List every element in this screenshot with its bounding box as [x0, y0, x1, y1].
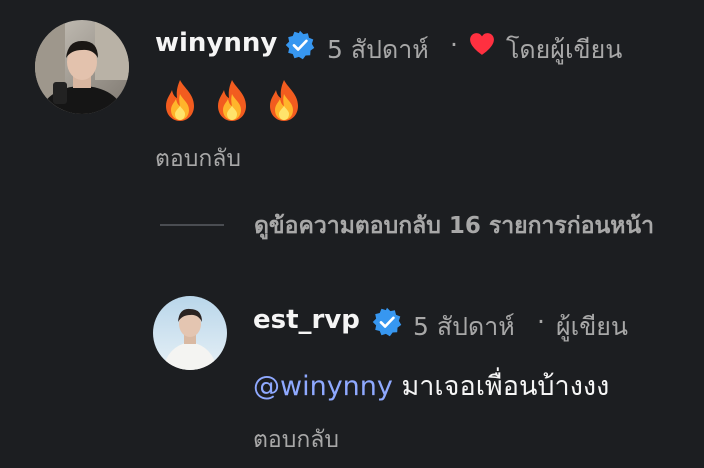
reply-button[interactable]: ตอบกลับ	[155, 141, 241, 177]
view-replies-button[interactable]: ดูข้อความตอบกลับ 16 รายการก่อนหน้า	[254, 208, 654, 244]
author-badge: ผู้เขียน	[556, 312, 629, 341]
meta-separator: ·	[537, 307, 545, 336]
liked-by-author-label: โดยผู้เขียน	[506, 35, 623, 64]
comment-timestamp: 5 สัปดาห์	[413, 312, 515, 341]
comment-text: @winynny มาเจอเพื่อนบ้างงง	[253, 364, 609, 407]
comment-username[interactable]: winynny	[155, 28, 277, 58]
replies-divider	[160, 224, 224, 226]
verified-badge-icon	[285, 30, 315, 60]
fire-icon	[158, 78, 202, 122]
meta-separator: ·	[450, 30, 458, 59]
avatar[interactable]	[153, 296, 227, 370]
comment-username[interactable]: est_rvp	[253, 305, 360, 335]
verified-badge-icon	[372, 307, 402, 337]
avatar[interactable]	[35, 20, 129, 114]
heart-icon	[469, 32, 495, 56]
reply-button[interactable]: ตอบกลับ	[253, 422, 339, 458]
fire-icon	[210, 78, 254, 122]
mention-link[interactable]: @winynny	[253, 371, 393, 402]
fire-icon	[262, 78, 306, 122]
comment-body: มาเจอเพื่อนบ้างงง	[392, 371, 610, 402]
comment-timestamp: 5 สัปดาห์	[327, 35, 429, 64]
